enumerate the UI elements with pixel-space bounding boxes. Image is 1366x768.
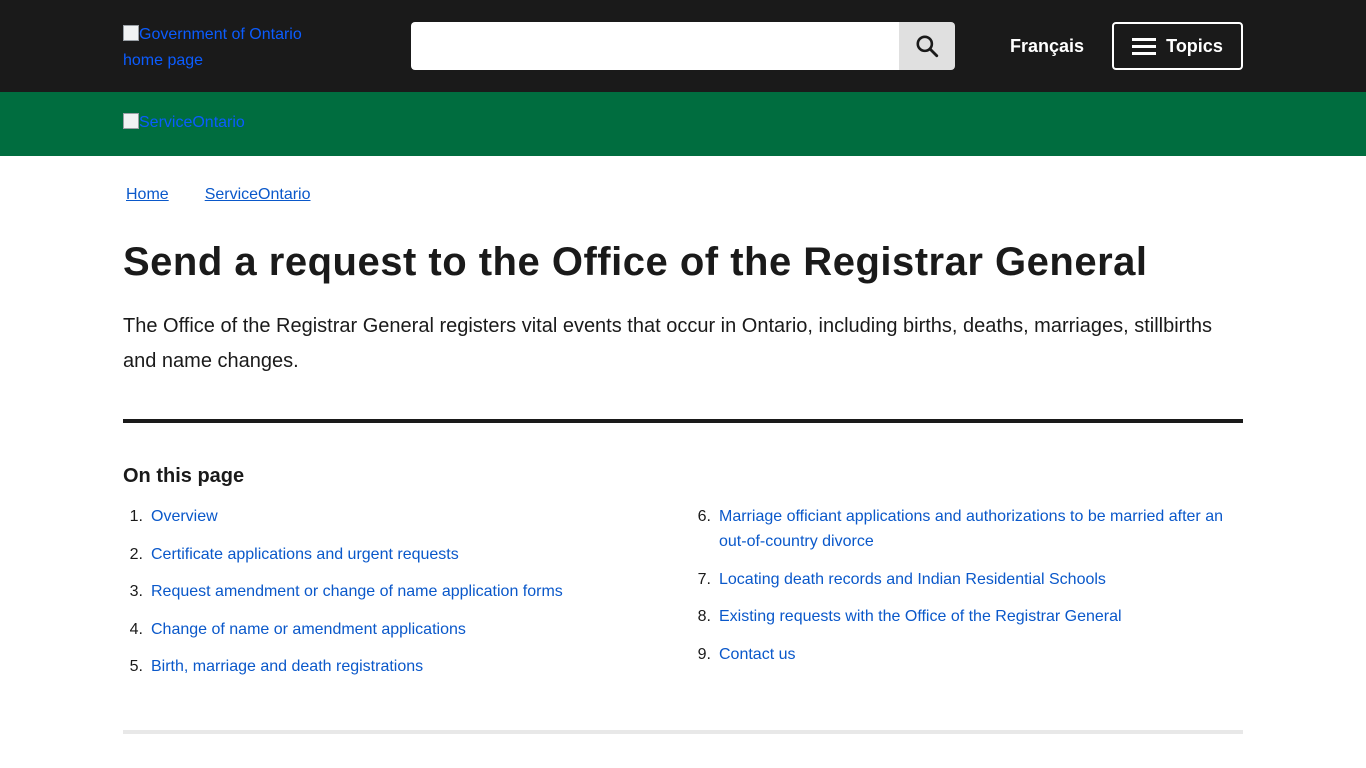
breadcrumb: Home ServiceOntario xyxy=(126,185,311,205)
breadcrumb-home-link[interactable]: Home xyxy=(126,185,169,205)
toc-link-marriage-officiant[interactable]: Marriage officiant applications and auth… xyxy=(719,504,1243,554)
toc-link-death-records[interactable]: Locating death records and Indian Reside… xyxy=(719,567,1106,592)
toc-item: 6. Marriage officiant applications and au… xyxy=(691,504,1243,554)
toc-link-request-amendment-forms[interactable]: Request amendment or change of name appl… xyxy=(151,579,563,604)
toc-link-contact-us[interactable]: Contact us xyxy=(719,642,795,667)
page-title: Send a request to the Office of the Regi… xyxy=(123,240,1148,284)
toc-item: 9. Contact us xyxy=(691,642,1243,667)
toc-item-number: 8. xyxy=(697,608,711,625)
toc-item-number: 2. xyxy=(129,545,143,563)
toc-link-registrations[interactable]: Birth, marriage and death registrations xyxy=(151,654,423,679)
search-icon xyxy=(916,35,939,58)
toc-item-number: 6. xyxy=(697,508,711,525)
table-of-contents-right-column: 6. Marriage officiant applications and au… xyxy=(691,504,1243,679)
section-divider xyxy=(123,419,1243,423)
search-button[interactable] xyxy=(899,22,955,70)
section-divider-light xyxy=(123,730,1243,734)
toc-item-number: 3. xyxy=(129,583,143,600)
toc-item-number: 7. xyxy=(697,570,711,588)
hamburger-menu-icon xyxy=(1132,37,1157,55)
service-ontario-logo-link[interactable]: ServiceOntario xyxy=(123,112,245,134)
broken-image-icon xyxy=(123,113,139,129)
toc-link-overview[interactable]: Overview xyxy=(151,504,218,529)
toc-item: 8. Existing requests with the Office of t… xyxy=(691,604,1243,629)
toc-item: 7. Locating death records and Indian Resi… xyxy=(691,567,1243,592)
toc-item-number: 5. xyxy=(129,658,143,675)
top-header: Government of Ontario home page Français… xyxy=(0,0,1366,92)
language-toggle-link[interactable]: Français xyxy=(1010,35,1084,57)
on-this-page-heading: On this page xyxy=(123,465,245,487)
breadcrumb-serviceontario-link[interactable]: ServiceOntario xyxy=(205,185,311,205)
topics-button-label: Topics xyxy=(1166,35,1223,56)
search-bar xyxy=(411,22,955,70)
toc-link-change-of-name-applications[interactable]: Change of name or amendment applications xyxy=(151,617,466,642)
logo-alt-text: Government of Ontario home page xyxy=(123,26,302,69)
broken-image-icon xyxy=(123,25,139,41)
toc-item-number: 4. xyxy=(129,620,143,638)
lead-paragraph: The Office of the Registrar General regi… xyxy=(123,315,1213,372)
toc-link-existing-requests[interactable]: Existing requests with the Office of the… xyxy=(719,604,1122,629)
table-of-contents-left-column: 1. Overview 2. Certificate applications an… xyxy=(123,504,663,692)
toc-item: 5. Birth, marriage and death registration… xyxy=(123,654,663,679)
toc-item-number: 9. xyxy=(697,645,711,663)
toc-item: 2. Certificate applications and urgent re… xyxy=(123,542,663,567)
toc-link-certificate-applications[interactable]: Certificate applications and urgent requ… xyxy=(151,542,459,567)
service-ontario-logo-alt-text: ServiceOntario xyxy=(139,114,245,131)
toc-item: 3. Request amendment or change of name ap… xyxy=(123,579,663,604)
toc-item: 4. Change of name or amendment applicatio… xyxy=(123,617,663,642)
toc-item-number: 1. xyxy=(129,508,143,525)
toc-item: 1. Overview xyxy=(123,504,663,529)
search-input[interactable] xyxy=(411,22,899,70)
government-of-ontario-logo-link[interactable]: Government of Ontario home page xyxy=(123,22,343,74)
topics-menu-button[interactable]: Topics xyxy=(1112,22,1243,70)
